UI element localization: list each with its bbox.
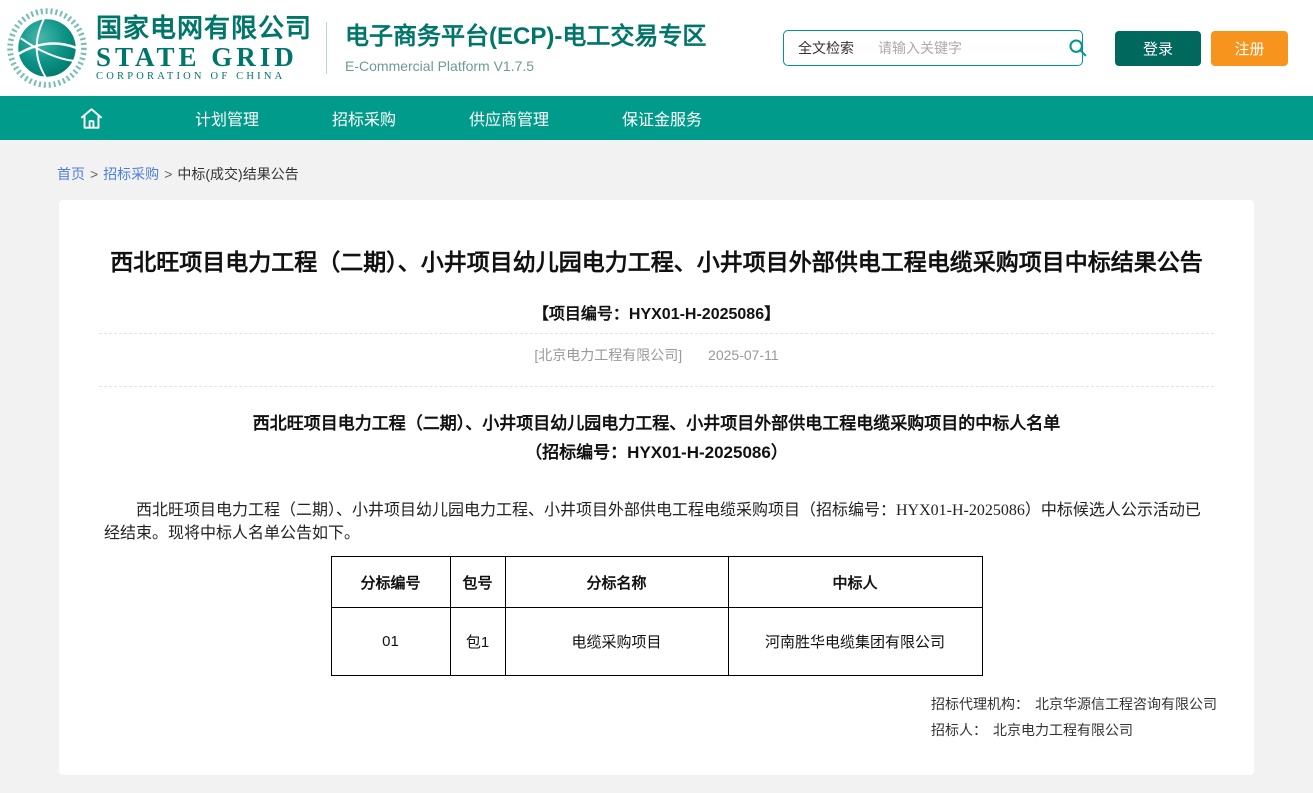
- tenderee-label: 招标人：: [931, 724, 987, 739]
- publisher-name: [北京电力工程有限公司]: [534, 347, 682, 363]
- publisher-line: [北京电力工程有限公司] 2025-07-11: [104, 334, 1209, 377]
- col-header-section-no: 分标编号: [331, 557, 450, 608]
- logo-en-subname: CORPORATION OF CHINA: [96, 71, 312, 83]
- cell-package-no: 包1: [450, 608, 505, 676]
- announcement-title: 西北旺项目电力工程（二期）、小井项目幼儿园电力工程、小井项目外部供电工程电缆采购…: [104, 238, 1209, 286]
- cell-winner: 河南胜华电缆集团有限公司: [728, 608, 982, 676]
- home-icon: [78, 105, 105, 132]
- platform-title-block: 电子商务平台(ECP)-电工交易专区 E-Commercial Platform…: [345, 22, 706, 74]
- table-header-row: 分标编号 包号 分标名称 中标人: [331, 557, 982, 608]
- breadcrumb: 首页 > 招标采购 > 中标(成交)结果公告: [0, 140, 1313, 184]
- register-button[interactable]: 注册: [1211, 31, 1288, 66]
- col-header-section-name: 分标名称: [505, 557, 728, 608]
- agency-label: 招标代理机构：: [931, 698, 1029, 713]
- logo-en-name: STATE GRID: [96, 43, 312, 71]
- nav-item-supplier[interactable]: 供应商管理: [469, 106, 549, 130]
- header-actions: 全文检索 登录 注册: [783, 30, 1288, 66]
- table-row: 01 包1 电缆采购项目 河南胜华电缆集团有限公司: [331, 608, 982, 676]
- site-header: 国家电网有限公司 STATE GRID CORPORATION OF CHINA…: [0, 0, 1313, 96]
- nav-home-button[interactable]: [60, 105, 122, 132]
- project-number: 【项目编号：HYX01-H-2025086】: [104, 300, 1209, 324]
- platform-subtitle: E-Commercial Platform V1.7.5: [345, 58, 706, 74]
- agency-value: 北京华源信工程咨询有限公司: [1035, 698, 1217, 713]
- login-button[interactable]: 登录: [1115, 31, 1201, 66]
- subtitle-suffix: 的中标人名单: [958, 414, 1060, 433]
- breadcrumb-bidding-link[interactable]: 招标采购: [103, 164, 159, 184]
- breadcrumb-current: 中标(成交)结果公告: [177, 164, 298, 184]
- agency-line: 招标代理机构： 北京华源信工程咨询有限公司: [931, 693, 1217, 719]
- col-header-winner: 中标人: [728, 557, 982, 608]
- search-box: 全文检索: [783, 30, 1083, 66]
- breadcrumb-separator: >: [164, 166, 172, 182]
- nav-item-deposit[interactable]: 保证金服务: [622, 106, 702, 130]
- announcement-body: 西北旺项目电力工程（二期）、小井项目幼儿园电力工程、小井项目外部供电工程电缆采购…: [104, 499, 1209, 545]
- logo-text: 国家电网有限公司 STATE GRID CORPORATION OF CHINA: [96, 13, 312, 83]
- tenderee-value: 北京电力工程有限公司: [993, 724, 1133, 739]
- header-divider: [326, 22, 327, 74]
- search-scope-label[interactable]: 全文检索: [794, 38, 866, 58]
- tenderee-line: 招标人： 北京电力工程有限公司: [931, 719, 1217, 745]
- page: 国家电网有限公司 STATE GRID CORPORATION OF CHINA…: [0, 0, 1313, 793]
- state-grid-logo: 国家电网有限公司 STATE GRID CORPORATION OF CHINA: [6, 7, 312, 89]
- cell-section-no: 01: [331, 608, 450, 676]
- nav-item-plan[interactable]: 计划管理: [195, 106, 259, 130]
- subtitle-project-name: 西北旺项目电力工程（二期）、小井项目幼儿园电力工程、小井项目外部供电工程电缆采购…: [253, 414, 959, 433]
- cell-section-name: 电缆采购项目: [505, 608, 728, 676]
- logo-cn-name: 国家电网有限公司: [96, 13, 312, 43]
- breadcrumb-home-link[interactable]: 首页: [57, 164, 85, 184]
- announcement-card: 西北旺项目电力工程（二期）、小井项目幼儿园电力工程、小井项目外部供电工程电缆采购…: [59, 200, 1254, 775]
- state-grid-globe-icon: [6, 7, 88, 89]
- nav-item-bidding[interactable]: 招标采购: [332, 106, 396, 130]
- search-icon: [1067, 37, 1089, 59]
- publish-date: 2025-07-11: [708, 347, 779, 363]
- search-input[interactable]: [866, 40, 1065, 56]
- main-nav: 计划管理 招标采购 供应商管理 保证金服务: [0, 96, 1313, 140]
- winner-list-subtitle: 西北旺项目电力工程（二期）、小井项目幼儿园电力工程、小井项目外部供电工程电缆采购…: [104, 409, 1209, 467]
- announcement-footer: 招标代理机构： 北京华源信工程咨询有限公司 招标人： 北京电力工程有限公司: [931, 693, 1217, 745]
- platform-title: 电子商务平台(ECP)-电工交易专区: [345, 22, 706, 52]
- breadcrumb-separator: >: [90, 166, 98, 182]
- subtitle-bid-number: （招标编号：HYX01-H-2025086）: [525, 443, 788, 462]
- dashed-divider: [99, 386, 1214, 387]
- search-button[interactable]: [1065, 35, 1091, 61]
- col-header-package-no: 包号: [450, 557, 505, 608]
- winner-table: 分标编号 包号 分标名称 中标人 01 包1 电缆采购项目 河南胜华电缆集团有限…: [331, 556, 983, 676]
